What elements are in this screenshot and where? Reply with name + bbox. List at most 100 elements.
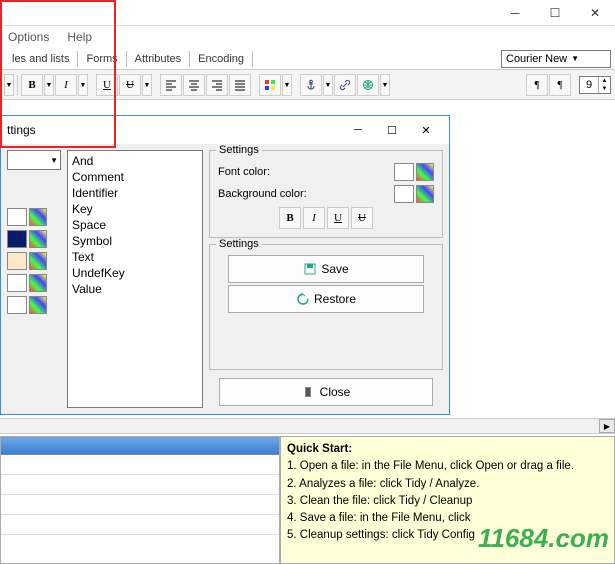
align-left-button[interactable] [160,74,182,96]
globe-dropdown[interactable]: ▼ [380,74,390,96]
underline-dropdown[interactable]: ▼ [142,74,152,96]
color-picker-1[interactable] [29,208,47,226]
menu-options[interactable]: Options [4,28,53,46]
color-grid-button[interactable] [259,74,281,96]
bottom-left-pane [0,436,280,564]
actions-group: Settings Save Restore [209,244,443,370]
list-item[interactable]: Value [70,281,200,297]
font-color-picker[interactable] [416,163,434,181]
font-color-swatch[interactable] [394,163,414,181]
strikethrough-button[interactable]: U [119,74,141,96]
save-label: Save [321,262,348,276]
color-picker-5[interactable] [29,296,47,314]
list-item[interactable]: Symbol [70,233,200,249]
horizontal-scrollbar[interactable]: ▶ [0,418,615,434]
fs-italic-button[interactable]: I [303,207,325,229]
fs-underline-button[interactable]: U [327,207,349,229]
fs-bold-button[interactable]: B [279,207,301,229]
fs-strike-button[interactable]: U [351,207,373,229]
swatch-white3[interactable] [7,296,27,314]
restore-button[interactable]: Restore [228,285,424,313]
list-item[interactable]: Text [70,249,200,265]
quickstart-title: Quick Start: [287,443,352,455]
list-item[interactable]: UndefKey [70,265,200,281]
settings-legend: Settings [216,144,262,156]
align-center-button[interactable] [183,74,205,96]
pilcrow-button[interactable]: ¶ [526,74,548,96]
dialog-close-action[interactable]: Close [219,378,433,406]
quickstart-line: 5. Cleanup settings: click Tidy Config [287,529,475,541]
bold-dropdown[interactable]: ▼ [44,74,54,96]
save-icon [303,262,317,276]
italic-dropdown[interactable]: ▼ [78,74,88,96]
color-settings-group: Settings Font color: Background color: B… [209,150,443,238]
font-size-spinner[interactable]: ▲▼ [579,76,611,94]
color-picker-4[interactable] [29,274,47,292]
swatch-white[interactable] [7,208,27,226]
minimize-button[interactable]: ─ [495,1,535,25]
table-row[interactable] [1,455,279,475]
list-item[interactable]: Key [70,201,200,217]
bold-button[interactable]: B [21,74,43,96]
underline-button[interactable]: U [96,74,118,96]
swatch-navy[interactable] [7,230,27,248]
dialog-minimize-button[interactable]: ─ [341,118,375,142]
anchor-button[interactable] [300,74,322,96]
swatch-white2[interactable] [7,274,27,292]
dialog-maximize-button[interactable]: ☐ [375,118,409,142]
globe-button[interactable] [357,74,379,96]
scroll-right-button[interactable]: ▶ [599,419,615,433]
quickstart-line: 3. Clean the file: click Tidy / Cleanup [287,495,472,507]
list-item[interactable]: Space [70,217,200,233]
tab-attributes[interactable]: Attributes [127,51,190,67]
anchor-dropdown[interactable]: ▼ [323,74,333,96]
save-button[interactable]: Save [228,255,424,283]
pilcrow2-button[interactable]: ¶ [549,74,571,96]
swatch-cream[interactable] [7,252,27,270]
font-color-label: Font color: [218,166,394,178]
door-icon [302,385,316,399]
tab-tables-lists[interactable]: les and lists [4,51,78,67]
font-family-select[interactable]: Courier New ▼ [501,50,611,68]
color-dropdown[interactable]: ▼ [282,74,292,96]
settings-dialog: ttings ─ ☐ ✕ ▼ And Comment Identifier Ke… [0,115,450,415]
quickstart-line: 2. Analyzes a file: click Tidy / Analyze… [287,478,479,490]
tab-encoding[interactable]: Encoding [190,51,253,67]
link-button[interactable] [334,74,356,96]
settings-legend2: Settings [216,238,262,250]
element-list[interactable]: And Comment Identifier Key Space Symbol … [67,150,203,408]
quickstart-line: 4. Save a file: in the File Menu, click [287,512,470,524]
italic-button[interactable]: I [55,74,77,96]
toolbar-dropdown[interactable]: ▼ [4,74,14,96]
bg-color-label: Background color: [218,188,394,200]
align-right-button[interactable] [206,74,228,96]
table-row[interactable] [1,515,279,535]
left-select[interactable]: ▼ [7,150,61,170]
chevron-down-icon: ▼ [571,54,579,63]
dialog-title: ttings [7,123,36,137]
close-button[interactable]: ✕ [575,1,615,25]
maximize-button[interactable]: ☐ [535,1,575,25]
bg-color-picker[interactable] [416,185,434,203]
restore-label: Restore [314,292,356,306]
table-row[interactable] [1,495,279,515]
list-item[interactable]: And [70,153,200,169]
pane-header[interactable] [1,437,279,455]
tab-forms[interactable]: Forms [78,51,126,67]
dialog-close-button[interactable]: ✕ [409,118,443,142]
watermark-text: 11684.com [478,523,609,554]
menu-help[interactable]: Help [63,28,96,46]
table-row[interactable] [1,475,279,495]
spinner-down[interactable]: ▼ [598,85,610,93]
color-picker-3[interactable] [29,252,47,270]
align-justify-button[interactable] [229,74,251,96]
font-size-input[interactable] [580,79,598,91]
color-picker-2[interactable] [29,230,47,248]
list-item[interactable]: Identifier [70,185,200,201]
list-item[interactable]: Comment [70,169,200,185]
close-label: Close [320,385,351,399]
spinner-up[interactable]: ▲ [598,77,610,85]
quickstart-line: 1. Open a file: in the File Menu, click … [287,460,574,472]
bg-color-swatch[interactable] [394,185,414,203]
font-family-value: Courier New [506,53,567,65]
